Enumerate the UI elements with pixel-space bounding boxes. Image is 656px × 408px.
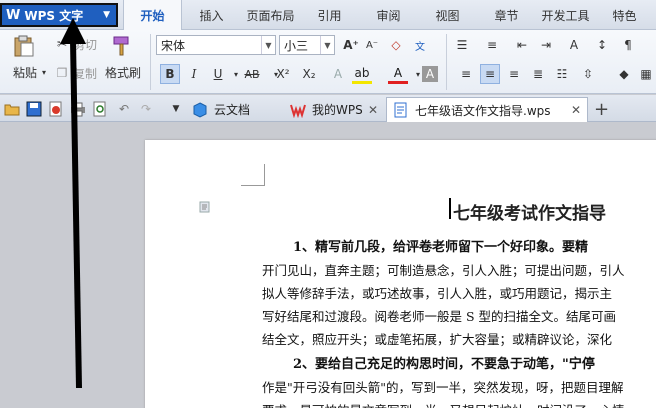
tab-current-document[interactable]: 七年级语文作文指导.wps ✕: [386, 97, 588, 122]
close-tab-icon[interactable]: ✕: [571, 103, 581, 117]
open-folder-icon[interactable]: [4, 101, 20, 117]
document-line: 拟人等修辞手法，或巧述故事，引人入胜，或巧用题记，揭示主: [262, 286, 613, 301]
chinese-layout-icon[interactable]: A: [564, 35, 584, 55]
tab-references[interactable]: 引用: [300, 0, 359, 30]
paste-dropdown-icon[interactable]: ▾: [40, 64, 48, 80]
line-spacing-icon[interactable]: ⇳: [578, 64, 598, 84]
print-icon[interactable]: [70, 101, 86, 117]
document-tab-bar: ↶ ↷ ▼ 云文档 我的WPS ✕ 七年级语文作文指导.wps ✕ +: [0, 95, 656, 122]
document-line: 结全文，照应开头；或虚笔拓展，扩大容量；或精辟议论，深化: [262, 332, 613, 347]
clear-format-icon[interactable]: ◇: [386, 35, 406, 55]
align-center-icon[interactable]: ≡: [480, 64, 500, 84]
increase-indent-icon[interactable]: ⇥: [536, 35, 556, 55]
ribbon: 粘贴 ▾ ✂ 剪切 ❐ 复制 格式刷 宋体 ▼ 小三 ▼ A⁺ A⁻ ◇ 文 B…: [0, 30, 656, 94]
bullet-list-icon[interactable]: ☰: [452, 35, 472, 55]
document-icon: [394, 102, 407, 118]
align-right-icon[interactable]: ≡: [504, 64, 524, 84]
document-line: 1、精写前几段，给评卷老师留下一个好印象。要精: [293, 240, 589, 255]
cut-button[interactable]: 剪切: [72, 36, 98, 52]
wps-red-logo-icon: [290, 104, 306, 118]
document-line: 写好结尾和过渡段。阅卷老师一般是 S 型的扫描全文。结尾可画: [262, 309, 617, 324]
document-line: 要求。最可怕的是文章写到一半，又想另起炉灶。时间没了，心情: [262, 400, 625, 408]
tab-label: 云文档: [214, 103, 251, 117]
font-size-value: 小三: [284, 38, 309, 53]
document-line: 作是"开弓没有回头箭"的，写到一半，突然发现，呀，把题目理解: [262, 380, 624, 395]
wps-app-menu-button[interactable]: W WPS 文字 ▼: [0, 3, 118, 27]
align-left-icon[interactable]: ≡: [456, 64, 476, 84]
margin-corner-mark: [241, 164, 265, 186]
italic-button[interactable]: I: [184, 64, 204, 84]
tab-features[interactable]: 特色: [595, 0, 654, 30]
chevron-down-icon[interactable]: ▼: [320, 36, 334, 54]
wps-logo-icon: W: [6, 7, 21, 23]
menu-tabs: 开始 插入 页面布局 引用 审阅 视图 章节 开发工具 特色: [123, 0, 654, 31]
copy-icon[interactable]: ❐: [52, 63, 72, 83]
document-line: 开门见山，直奔主题；可制造悬念，引人入胜；可提出问题，引人: [262, 263, 625, 278]
menu-bar: W WPS 文字 ▼ 开始 插入 页面布局 引用 审阅 视图 章节 开发工具 特…: [0, 0, 656, 31]
font-name-select[interactable]: 宋体 ▼: [156, 35, 276, 55]
highlight-icon[interactable]: ab: [352, 64, 372, 84]
close-tab-icon[interactable]: ✕: [368, 103, 378, 117]
decrease-indent-icon[interactable]: ⇤: [512, 35, 532, 55]
subscript-button[interactable]: X₂: [298, 64, 320, 84]
sort-icon[interactable]: ↕: [592, 35, 612, 55]
tab-developer[interactable]: 开发工具: [536, 0, 595, 30]
new-tab-icon[interactable]: +: [594, 99, 609, 120]
redo-icon[interactable]: ↷: [136, 99, 156, 119]
show-marks-icon[interactable]: ¶: [618, 35, 638, 55]
tab-view[interactable]: 视图: [418, 0, 477, 30]
tab-insert[interactable]: 插入: [182, 0, 241, 30]
ribbon-separator: [446, 34, 447, 90]
text-cursor: [449, 198, 451, 219]
document-page[interactable]: 七年级考试作文指导 1、精写前几段，给评卷老师留下一个好印象。要精 开门见山，直…: [145, 140, 656, 408]
justify-icon[interactable]: ≣: [528, 64, 548, 84]
underline-button[interactable]: U: [208, 64, 228, 84]
undo-icon[interactable]: ↶: [114, 99, 134, 119]
superscript-button[interactable]: X²: [272, 64, 294, 84]
chevron-down-icon[interactable]: ▼: [261, 36, 275, 54]
ribbon-separator: [150, 34, 151, 90]
font-name-value: 宋体: [161, 38, 186, 53]
cut-icon[interactable]: ✂: [52, 34, 72, 54]
text-effect-icon[interactable]: A: [328, 64, 348, 84]
tab-chapter[interactable]: 章节: [477, 0, 536, 30]
font-color-button[interactable]: A: [388, 64, 408, 84]
customize-toolbar-icon[interactable]: ▼: [166, 99, 186, 119]
tab-cloud-docs[interactable]: 云文档: [186, 97, 282, 122]
paste-icon[interactable]: [12, 34, 36, 58]
tab-label: 我的WPS: [312, 103, 363, 117]
shrink-font-icon[interactable]: A⁻: [362, 35, 382, 55]
format-painter-button[interactable]: 格式刷: [100, 64, 146, 80]
border-icon[interactable]: ▦: [636, 64, 656, 84]
copy-button[interactable]: 复制: [72, 65, 98, 81]
paste-button[interactable]: 粘贴: [8, 64, 42, 80]
format-painter-icon[interactable]: [110, 34, 134, 58]
grow-font-icon[interactable]: A⁺: [341, 35, 361, 55]
numbered-list-icon[interactable]: ≡: [482, 35, 502, 55]
paragraph-layout-icon[interactable]: [199, 201, 211, 213]
tab-my-wps[interactable]: 我的WPS ✕: [284, 97, 384, 122]
export-pdf-icon[interactable]: [48, 101, 64, 117]
tab-label: 七年级语文作文指导.wps: [415, 103, 551, 118]
dropdown-arrow-icon: ▼: [103, 10, 110, 20]
document-line: 2、要给自己充足的构思时间，不要急于动笔，"宁停: [293, 357, 595, 372]
print-preview-icon[interactable]: [92, 101, 108, 117]
document-title: 七年级考试作文指导: [453, 204, 606, 224]
document-area: 七年级考试作文指导 1、精写前几段，给评卷老师留下一个好印象。要精 开门见山，直…: [0, 122, 656, 408]
bold-button[interactable]: B: [160, 64, 180, 84]
char-shading-icon[interactable]: A: [422, 66, 438, 82]
phonetic-guide-icon[interactable]: 文: [410, 35, 430, 55]
tab-start[interactable]: 开始: [123, 0, 182, 31]
font-size-select[interactable]: 小三 ▼: [279, 35, 335, 55]
cloud-docs-icon: [193, 101, 207, 118]
save-icon[interactable]: [26, 101, 42, 117]
shading-fill-icon[interactable]: ◆: [614, 64, 634, 84]
tab-review[interactable]: 审阅: [359, 0, 418, 30]
tab-page-layout[interactable]: 页面布局: [241, 0, 300, 30]
app-name: WPS 文字: [24, 8, 84, 23]
strikethrough-button[interactable]: AB: [240, 64, 264, 84]
distribute-icon[interactable]: ☷: [552, 64, 572, 84]
